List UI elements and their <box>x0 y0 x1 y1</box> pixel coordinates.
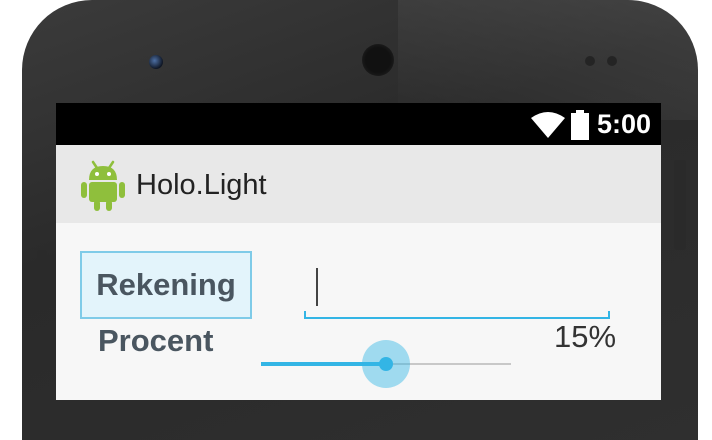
app-title: Holo.Light <box>136 169 267 201</box>
rekening-button[interactable]: Rekening <box>80 251 252 319</box>
power-button <box>674 160 686 250</box>
battery-icon <box>571 110 589 140</box>
android-icon[interactable] <box>80 160 126 212</box>
content-area: Rekening Procent 15% <box>56 223 661 400</box>
amount-input[interactable] <box>304 259 610 319</box>
rekening-button-label: Rekening <box>96 267 236 302</box>
volume-button <box>37 250 47 310</box>
front-camera <box>149 55 163 69</box>
action-bar: Holo.Light <box>56 145 661 223</box>
input-tick-right <box>608 311 610 319</box>
wifi-icon <box>531 112 565 138</box>
percent-slider[interactable] <box>261 333 511 388</box>
phone-sheen <box>398 0 698 120</box>
status-bar: 5:00 <box>56 103 661 145</box>
input-tick-left <box>304 311 306 319</box>
slider-thumb[interactable] <box>379 357 393 371</box>
proximity-sensor <box>585 56 595 66</box>
earpiece-speaker <box>362 44 394 76</box>
percent-value: 15% <box>554 319 617 354</box>
light-sensor <box>607 56 617 66</box>
text-cursor <box>316 268 318 306</box>
device-screen: 5:00 Holo.Light Rekening Procent 15% <box>56 103 661 400</box>
status-time: 5:00 <box>596 109 651 139</box>
procent-label: Procent <box>98 323 214 358</box>
